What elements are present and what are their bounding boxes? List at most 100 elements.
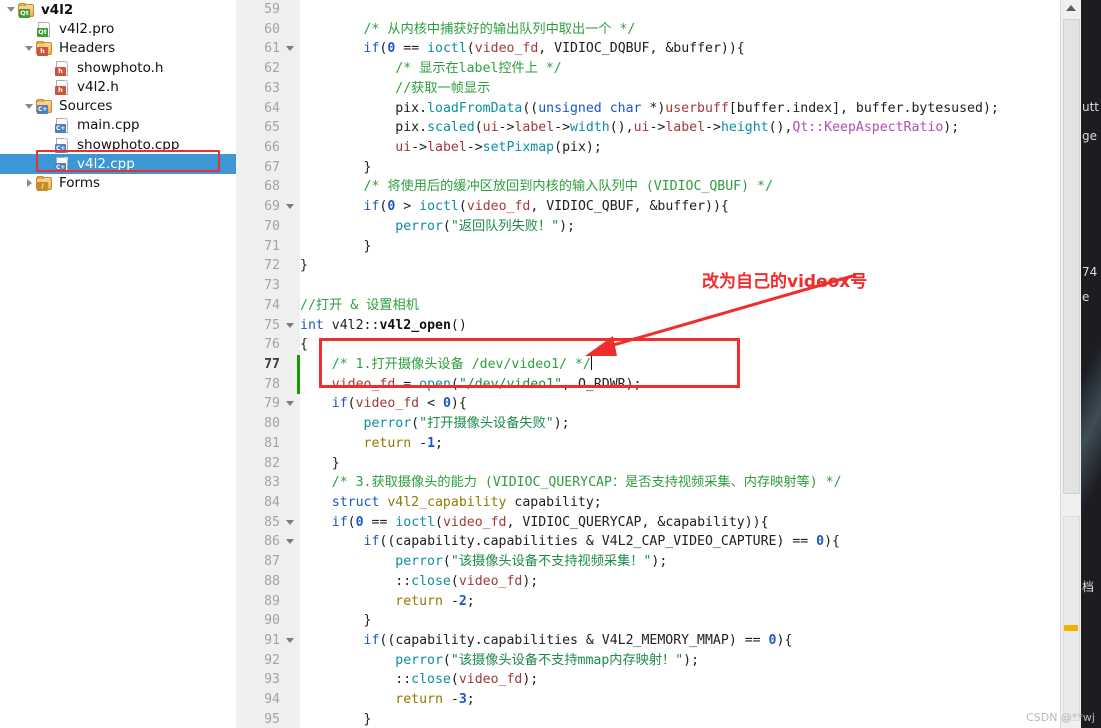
code-token: if (363, 633, 380, 649)
code-line[interactable] (300, 0, 1060, 20)
code-line[interactable]: perror("返回队列失败！"); (300, 217, 1060, 237)
code-token: } (300, 711, 372, 727)
code-line[interactable]: } (300, 256, 1060, 276)
twisty-expanded-icon[interactable] (22, 39, 36, 58)
fold-toggle-icon[interactable] (286, 401, 294, 407)
header-file-icon: h (54, 60, 71, 76)
code-line[interactable]: return -2; (300, 592, 1060, 612)
code-line[interactable]: if(0 == ioctl(video_fd, VIDIOC_DQBUF, &b… (300, 39, 1060, 59)
twisty-expanded-icon[interactable] (22, 97, 36, 116)
code-token: ioctl (427, 41, 467, 57)
twisty-expanded-icon[interactable] (4, 0, 18, 19)
tree-item-headers[interactable]: h Headers (0, 39, 236, 58)
scrollbar-track-lower[interactable] (1063, 516, 1080, 721)
tree-item-v4l2[interactable]: Qt v4l2 (0, 0, 236, 19)
cpp-file-icon: C+ (54, 117, 71, 134)
code-line[interactable]: /* 3.获取摄像头的能力 (VIDIOC_QUERYCAP：是否支持视频采集、… (300, 473, 1060, 493)
code-token: , (538, 41, 555, 57)
code-token: } (300, 159, 372, 175)
code-line[interactable]: //打开 & 设置相机 (300, 296, 1060, 316)
code-line[interactable]: if((capability.capabilities & V4L2_MEMOR… (300, 631, 1060, 651)
code-line[interactable]: return -3; (300, 690, 1060, 710)
code-line[interactable]: ui->label->setPixmap(pix); (300, 138, 1060, 158)
code-line[interactable]: ::close(video_fd); (300, 572, 1060, 592)
fold-toggle-icon[interactable] (286, 322, 294, 328)
code-token: & (577, 534, 602, 550)
line-number: 64 (264, 100, 280, 116)
fold-toggle-icon[interactable] (286, 46, 294, 52)
tree-item-label: Headers (59, 40, 116, 57)
code-line[interactable]: int v4l2::v4l2_open() (300, 316, 1060, 336)
code-line[interactable]: perror("该摄像头设备不支持mmap内存映射！"); (300, 651, 1060, 671)
fold-toggle-icon[interactable] (286, 539, 294, 545)
code-token: )){ (720, 41, 745, 57)
code-line[interactable]: /* 1.打开摄像头设备 /dev/video1/ */ (300, 355, 1060, 375)
code-line[interactable]: return -1; (300, 434, 1060, 454)
code-token: //打开 & 设置相机 (300, 297, 419, 313)
twisty-collapsed-icon[interactable] (22, 174, 36, 193)
code-line[interactable]: video_fd = open("/dev/video1", O_RDWR); (300, 375, 1060, 395)
tree-item-main-cpp[interactable]: C+ main.cpp (0, 116, 236, 135)
tree-item-v4l2-pro[interactable]: Qt v4l2.pro (0, 19, 236, 38)
tree-item-label: Forms (59, 175, 101, 192)
code-line[interactable]: } (300, 158, 1060, 178)
project-tree-panel[interactable]: Qt v4l2 Qt v4l2.pro h Headers h showphoto.h h v4l… (0, 0, 236, 728)
line-number: 65 (264, 120, 280, 136)
tree-item-showphoto-h[interactable]: h showphoto.h (0, 58, 236, 77)
scrollbar-thumb[interactable] (1063, 19, 1080, 494)
code-token: unsigned char (538, 100, 650, 116)
code-line[interactable]: pix.scaled(ui->label->width(),ui->label-… (300, 118, 1060, 138)
code-line[interactable]: ::close(video_fd); (300, 670, 1060, 690)
code-line[interactable]: /* 显示在label控件上 */ (300, 59, 1060, 79)
code-line[interactable]: pix.loadFromData((unsigned char *)userbu… (300, 99, 1060, 119)
tree-item-sources[interactable]: C+ Sources (0, 96, 236, 115)
code-line[interactable]: /* 从内核中捕获好的输出队列中取出一个 */ (300, 20, 1060, 40)
code-token: ){ (776, 633, 793, 649)
code-token: . (474, 534, 483, 550)
editor-vertical-scrollbar[interactable] (1060, 0, 1081, 728)
line-number: 91 (264, 633, 280, 649)
code-token: buffer (657, 199, 706, 215)
code-token: -> (705, 120, 721, 136)
code-line[interactable]: if((capability.capabilities & V4L2_CAP_V… (300, 532, 1060, 552)
code-token: V4L2_MEMORY_MMAP (601, 633, 729, 649)
code-line[interactable]: } (300, 611, 1060, 631)
code-line[interactable]: if(video_fd < 0){ (300, 394, 1060, 414)
line-number: 81 (264, 435, 280, 451)
sources-folder-icon: C+ (36, 98, 53, 115)
code-line[interactable]: perror("打开摄像头设备失败"); (300, 414, 1060, 434)
fold-toggle-icon[interactable] (286, 204, 294, 210)
code-line[interactable]: //获取一帧显示 (300, 79, 1060, 99)
code-token: - (442, 692, 459, 708)
code-editor[interactable]: 59 60 /* 从内核中捕获好的输出队列中取出一个 */61 if(0 == i… (236, 0, 1060, 728)
code-token: VIDIOC_DQBUF (554, 41, 650, 57)
fold-toggle-icon[interactable] (286, 638, 294, 644)
code-line[interactable]: } (300, 710, 1060, 728)
code-line[interactable]: if(0 == ioctl(video_fd, VIDIOC_QUERYCAP,… (300, 513, 1060, 533)
code-token: video_fd (474, 41, 539, 57)
code-token: . (419, 120, 428, 136)
code-line[interactable]: perror("该摄像头设备不支持视频采集！"); (300, 552, 1060, 572)
code-token: int (300, 317, 324, 333)
code-line[interactable]: struct v4l2_capability capability; (300, 493, 1060, 513)
code-line[interactable] (300, 276, 1060, 296)
code-token: ( (442, 554, 451, 570)
tree-item-v4l2-h[interactable]: h v4l2.h (0, 77, 236, 96)
line-number: 90 (264, 613, 280, 629)
tree-item-v4l2-cpp[interactable]: C+ v4l2.cpp (0, 154, 236, 174)
code-line[interactable]: /* 将使用后的缓冲区放回到内核的输入队列中 (VIDIOC_QBUF) */ (300, 177, 1060, 197)
tree-item-showphoto-cpp[interactable]: C+ showphoto.cpp (0, 135, 236, 154)
code-token: == (363, 514, 396, 530)
code-line[interactable]: { (300, 335, 1060, 355)
code-token: ui (482, 120, 499, 136)
scroll-up-arrow-icon[interactable] (1066, 5, 1076, 11)
fold-toggle-icon[interactable] (286, 519, 294, 525)
code-line[interactable]: if(0 > ioctl(video_fd, VIDIOC_QBUF, &buf… (300, 197, 1060, 217)
code-line[interactable]: } (300, 454, 1060, 474)
tree-item-forms[interactable]: / Forms (0, 174, 236, 193)
line-number: 80 (264, 416, 280, 432)
code-line[interactable]: } (300, 237, 1060, 257)
